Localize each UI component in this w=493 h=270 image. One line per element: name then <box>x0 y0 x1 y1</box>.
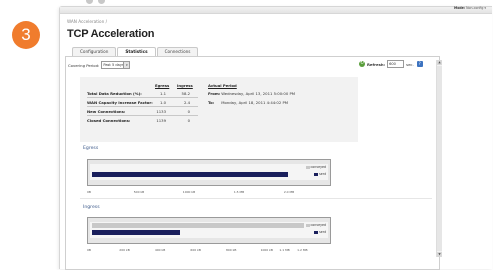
to-value: Monday, April 18, 2011 4:44:02 PM <box>221 100 289 105</box>
egress-sent-bar <box>92 172 289 177</box>
mode-value[interactable]: Non-config ▾ <box>466 6 486 10</box>
egress-chart: conveyed sent <box>87 159 331 186</box>
legend-label: sent <box>319 172 326 176</box>
top-bar: Mode: Non-config ▾ <box>60 6 492 14</box>
vertical-scrollbar[interactable]: ▲ ▼ <box>436 60 442 257</box>
tab-connections[interactable]: Connections <box>156 47 199 56</box>
egress-x-axis: 0B 500 kB 1000 kB 1.5 MB 2.0 MB <box>87 190 331 195</box>
stats-ingress-value: 58.2 <box>181 91 190 96</box>
egress-column-header: Egress <box>155 83 170 88</box>
stats-row-label: New Connections: <box>87 109 126 114</box>
scroll-thumb[interactable] <box>437 66 442 251</box>
to-label: To: <box>208 100 215 105</box>
ingress-conveyed-bar <box>92 223 304 228</box>
from-value: Wednesday, April 13, 2011 5:00:00 PM <box>221 91 296 96</box>
stats-row-label: WAN Capacity Increase Factor: <box>87 100 153 105</box>
stats-egress-value: 1.0 <box>159 100 166 105</box>
chart-plot-area: conveyed sent <box>90 222 328 238</box>
period-select-value: Past 5 days <box>103 63 124 67</box>
x-tick-label: 200 kB <box>119 248 130 252</box>
period-label: Covering Period: <box>68 62 100 68</box>
legend-conveyed: conveyed <box>305 165 326 169</box>
period-selector-row: Covering Period: Past 5 days ▾ <box>68 61 131 69</box>
stats-ingress-value: 0 <box>187 109 190 114</box>
page-title: TCP Acceleration <box>67 28 155 40</box>
period-select[interactable]: Past 5 days ▾ <box>101 61 131 69</box>
legend-swatch <box>314 230 319 234</box>
legend-sent: sent <box>314 230 326 234</box>
refresh-label: Refresh: <box>367 61 386 67</box>
mode-label: Mode: <box>454 6 466 10</box>
window-dot-icon[interactable] <box>98 0 105 4</box>
x-tick-label: 500 kB <box>133 190 145 194</box>
x-tick-label: 800 kB <box>225 248 237 252</box>
chevron-down-icon[interactable]: ▾ <box>123 62 130 68</box>
x-tick-label: 2.0 MB <box>283 190 295 194</box>
statistics-panel: Covering Period: Past 5 days ▾ ↻ Refresh… <box>65 56 442 270</box>
scroll-down-icon[interactable]: ▼ <box>437 252 442 257</box>
ingress-chart: conveyed sent <box>87 217 331 244</box>
summary-stats-box: Egress Ingress Total Data Reduction (%):… <box>80 77 358 142</box>
refresh-icon[interactable]: ↻ <box>359 61 365 67</box>
ingress-x-axis: 0B 200 kB 400 kB 600 kB 800 kB 1000 kB 1.1 MB 1… <box>87 248 331 253</box>
stats-row-label: Closed Connections: <box>87 118 131 123</box>
from-label: From: <box>208 91 221 96</box>
x-tick-label: 600 kB <box>190 248 201 252</box>
stats-ingress-value: 2.4 <box>183 100 190 105</box>
row-divider <box>87 115 198 116</box>
x-tick-label: 1.2 MB <box>297 248 308 252</box>
scroll-up-icon[interactable]: ▲ <box>437 60 442 65</box>
window-dot-icon[interactable] <box>86 0 93 4</box>
stats-row-label: Total Data Reduction (%): <box>87 91 142 96</box>
x-tick-label: 1.5 MB <box>233 190 245 194</box>
legend-swatch <box>314 172 319 176</box>
legend-swatch <box>305 165 310 169</box>
legend-conveyed: conveyed <box>305 223 326 227</box>
app-window: Mode: Non-config ▾ WAN Acceleration / TC… <box>59 6 492 270</box>
ingress-chart-title: Ingress <box>83 205 100 210</box>
step-number-badge: 3 <box>12 21 40 49</box>
stats-egress-value: 1133 <box>156 109 166 114</box>
period-to: To: Monday, April 18, 2011 4:44:02 PM <box>208 100 288 105</box>
section-divider <box>80 198 432 199</box>
chart-plot-area: conveyed sent <box>90 164 328 180</box>
refresh-interval-input[interactable]: 600 <box>387 60 405 68</box>
x-tick-label: 1000 kB <box>260 248 273 252</box>
x-tick-label: 1.1 MB <box>279 248 290 252</box>
mode-indicator[interactable]: Mode: Non-config ▾ <box>454 6 486 10</box>
x-tick-label: 0B <box>87 190 91 194</box>
stats-egress-value: 1139 <box>156 118 166 123</box>
actual-period-header: Actual Period <box>208 83 237 88</box>
x-tick-label: 0B <box>87 248 91 252</box>
breadcrumb[interactable]: WAN Acceleration / <box>67 19 107 24</box>
tab-bar: Configuration Statistics Connections <box>72 47 199 57</box>
row-divider <box>87 97 198 98</box>
egress-chart-title: Egress <box>83 146 99 151</box>
x-tick-label: 400 kB <box>154 248 166 252</box>
stats-ingress-value: 0 <box>187 118 190 123</box>
x-tick-label: 1000 kB <box>182 190 196 194</box>
period-from: From: Wednesday, April 13, 2011 5:00:00 … <box>208 91 295 96</box>
legend-label: conveyed <box>310 165 326 169</box>
legend-swatch <box>305 223 310 227</box>
legend-label: sent <box>319 230 326 234</box>
ingress-column-header: Ingress <box>177 83 193 88</box>
refresh-unit: sec. <box>406 61 414 67</box>
legend-label: conveyed <box>310 223 326 227</box>
row-divider <box>87 106 198 107</box>
ingress-sent-bar <box>92 230 181 235</box>
help-icon[interactable]: ? <box>416 61 423 67</box>
tab-configuration[interactable]: Configuration <box>72 47 117 56</box>
legend-sent: sent <box>314 172 326 176</box>
stats-egress-value: 1.1 <box>159 91 166 96</box>
refresh-controls: ↻ Refresh: 600 sec. ? <box>359 60 423 68</box>
